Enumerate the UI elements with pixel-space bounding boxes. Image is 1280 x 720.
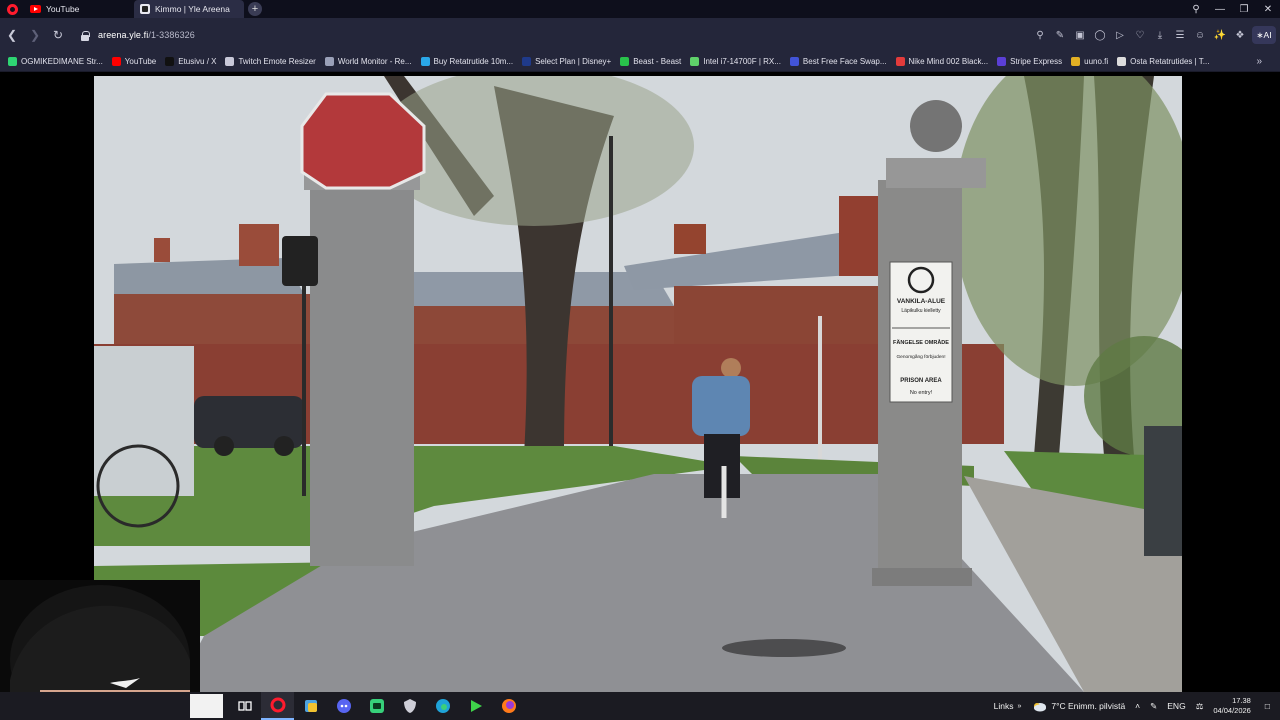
opera-taskbar-icon[interactable] <box>261 692 294 720</box>
links-toolbar[interactable]: Links» <box>994 701 1022 711</box>
bookmark-item[interactable]: Nike Mind 002 Black... <box>895 57 988 66</box>
bookmark-item[interactable]: Intel i7-14700F | RX... <box>690 57 781 66</box>
profile-icon[interactable]: ☺ <box>1190 30 1210 41</box>
bookmark-item[interactable]: Twitch Emote Resizer <box>225 57 316 66</box>
taskbar-apps <box>228 692 525 720</box>
ai-button[interactable]: ∗AI <box>1252 26 1276 44</box>
vpn-icon[interactable]: ◯ <box>1090 30 1110 41</box>
bookmarks-overflow-icon[interactable]: » <box>1256 56 1262 67</box>
task-view-icon[interactable] <box>228 692 261 720</box>
tab-youtube[interactable]: YouTube <box>24 0 134 18</box>
yle-icon <box>140 4 150 14</box>
bookmark-favicon-icon <box>620 57 630 66</box>
page-search-icon[interactable]: ⚲ <box>1030 30 1050 41</box>
bookmark-favicon-icon <box>690 57 700 66</box>
bookmark-favicon-icon <box>8 57 17 66</box>
window-controls: ⚲ — ❐ ✕ <box>1184 0 1280 18</box>
download-icon[interactable]: ⤓ <box>1150 30 1170 41</box>
bookmark-favicon-icon <box>324 57 334 66</box>
menu-icon[interactable]: ☰ <box>1170 30 1190 41</box>
clock[interactable]: 17.38 04/04/2026 <box>1213 696 1251 716</box>
clock-date: 04/04/2026 <box>1213 706 1251 715</box>
send-icon[interactable]: ▷ <box>1110 30 1130 41</box>
chevron-up-icon[interactable]: ˄ <box>1135 701 1140 711</box>
sign-line-2: Läpikulku kielletty <box>901 308 941 314</box>
reload-button[interactable]: ↻ <box>47 24 69 46</box>
bookmark-item[interactable]: Best Free Face Swap... <box>789 57 887 66</box>
bookmark-item[interactable]: YouTube <box>111 57 156 66</box>
bookmark-favicon-icon <box>111 57 121 66</box>
aria-icon[interactable]: ✨ <box>1210 30 1230 41</box>
bookmark-favicon-icon <box>997 57 1007 66</box>
bookmark-favicon-icon <box>895 57 905 66</box>
snapshot-icon[interactable]: ▣ <box>1070 30 1090 41</box>
bookmark-favicon-icon <box>420 57 430 66</box>
system-tray: Links» 7°C Enimm. pilvistä ˄ ✎ ENG ⚖ 17.… <box>994 692 1280 720</box>
navigation-bar: ❮ ❯ ↻ areena.yle.fi/1-3386326 ⚲ ✎ ▣ ◯ ▷ … <box>0 18 1280 52</box>
tab-search-icon[interactable]: ⚲ <box>1184 4 1208 15</box>
bookmark-item[interactable]: OGMIKEDIMANE Str... <box>8 57 103 66</box>
bookmark-favicon-icon <box>789 57 799 66</box>
edit-icon[interactable]: ✎ <box>1050 30 1070 41</box>
sign-line-1: VANKILA-ALUE <box>897 298 946 305</box>
address-field[interactable]: areena.yle.fi/1-3386326 <box>98 30 195 40</box>
edge-icon[interactable] <box>426 692 459 720</box>
bookmark-item[interactable]: Select Plan | Disney+ <box>522 57 611 66</box>
network-icon[interactable]: ⚖ <box>1196 701 1204 712</box>
cloud-icon <box>1034 703 1047 712</box>
tab-strip: YouTube Kimmo | Yle Areena + ⚲ — ❐ ✕ <box>0 0 1280 18</box>
bookmark-item[interactable]: Buy Retatrutide 10m... <box>420 57 513 66</box>
toolbar-icons: ⚲ ✎ ▣ ◯ ▷ ♡ ⤓ ☰ ☺ ✨ ❖ <box>1030 18 1250 52</box>
youtube-icon <box>30 5 41 13</box>
bookmark-favicon-icon <box>1117 57 1127 66</box>
bookmark-item[interactable]: Etusivu / X <box>165 57 216 66</box>
lock-icon[interactable] <box>81 30 90 41</box>
bookmark-favicon-icon <box>522 57 532 66</box>
bookmark-favicon-icon <box>225 57 235 66</box>
tab-yle-areena[interactable]: Kimmo | Yle Areena <box>134 0 244 18</box>
sign-line-4: Genomgång förbjuden! <box>896 353 945 360</box>
pen-icon[interactable]: ✎ <box>1150 701 1157 712</box>
discord-icon[interactable] <box>327 692 360 720</box>
taskbar-search-box[interactable] <box>190 694 223 718</box>
video-player[interactable]: VANKILA-ALUE Läpikulku kielletty FÄNGELS… <box>94 76 1182 692</box>
sign-line-5: PRISON AREA <box>900 378 942 384</box>
bookmark-favicon-icon <box>1071 57 1081 66</box>
tab-label: YouTube <box>46 4 80 14</box>
bookmark-item[interactable]: Stripe Express <box>997 57 1062 66</box>
weather-widget[interactable]: 7°C Enimm. pilvistä <box>1031 700 1125 712</box>
chat-app-icon[interactable] <box>360 692 393 720</box>
url-path: /1-3386326 <box>148 30 195 40</box>
links-overflow-icon: » <box>1017 702 1022 710</box>
opera-menu-icon[interactable] <box>0 0 24 18</box>
sign-line-3: FÄNGELSE OMRÅDE <box>893 339 949 346</box>
bookmark-item[interactable]: uuno.fi <box>1071 57 1108 66</box>
shield-app-icon[interactable] <box>393 692 426 720</box>
clock-time: 17.38 <box>1232 696 1251 705</box>
bookmark-item[interactable]: Osta Retatrutides | T... <box>1117 57 1209 66</box>
extensions-icon[interactable]: ❖ <box>1230 30 1250 41</box>
video-frame: VANKILA-ALUE Läpikulku kielletty FÄNGELS… <box>94 76 1182 692</box>
heart-icon[interactable]: ♡ <box>1130 30 1150 41</box>
notification-icon[interactable]: □ <box>1265 701 1270 711</box>
sign-line-6: No entry! <box>910 390 933 396</box>
weather-text: 7°C Enimm. pilvistä <box>1051 701 1126 711</box>
maximize-button[interactable]: ❐ <box>1232 4 1256 15</box>
play-app-icon[interactable] <box>459 692 492 720</box>
tab-label: Kimmo | Yle Areena <box>155 4 230 14</box>
taskbar: Links» 7°C Enimm. pilvistä ˄ ✎ ENG ⚖ 17.… <box>0 692 1280 720</box>
language-indicator[interactable]: ENG <box>1167 701 1185 711</box>
close-button[interactable]: ✕ <box>1256 4 1280 15</box>
url-domain: areena.yle.fi <box>98 30 149 40</box>
bookmark-item[interactable]: Beast - Beast <box>620 57 681 66</box>
back-button[interactable]: ❮ <box>1 24 23 46</box>
bookmarks-bar: OGMIKEDIMANE Str... YouTube Etusivu / X … <box>0 52 1280 72</box>
app-stack-icon[interactable] <box>294 692 327 720</box>
firefox-icon[interactable] <box>492 692 525 720</box>
bookmark-favicon-icon <box>165 57 175 66</box>
forward-button[interactable]: ❯ <box>24 24 46 46</box>
minimize-button[interactable]: — <box>1208 4 1232 15</box>
bookmark-item[interactable]: World Monitor - Re... <box>324 57 412 66</box>
new-tab-button[interactable]: + <box>248 2 262 16</box>
